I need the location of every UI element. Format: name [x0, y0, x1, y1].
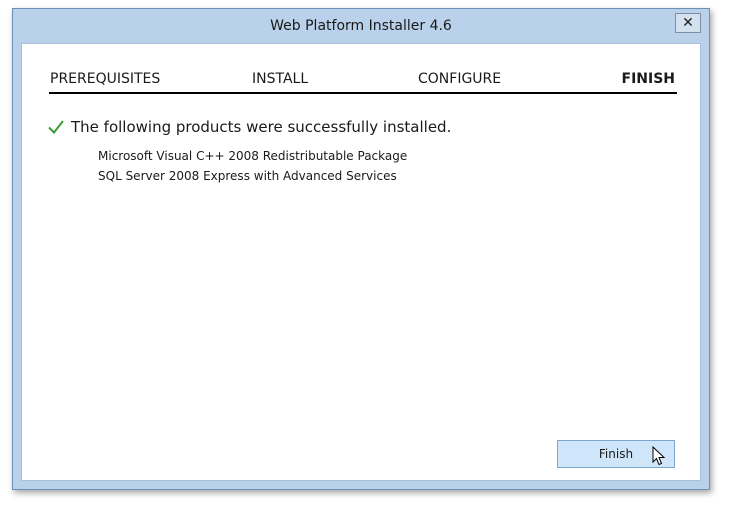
step-finish: FINISH	[621, 71, 676, 87]
close-icon: ✕	[682, 15, 694, 31]
title-bar[interactable]: Web Platform Installer 4.6 ✕	[13, 9, 709, 43]
success-text: The following products were successfully…	[71, 118, 452, 136]
installed-products-list: Microsoft Visual C++ 2008 Redistributabl…	[98, 146, 407, 186]
step-indicator: PREREQUISITES INSTALL CONFIGURE FINISH	[49, 64, 677, 94]
content-panel: PREREQUISITES INSTALL CONFIGURE FINISH T…	[21, 43, 701, 481]
step-install: INSTALL	[252, 71, 309, 87]
step-configure: CONFIGURE	[418, 71, 502, 87]
mouse-cursor-icon	[652, 446, 666, 466]
checkmark-icon	[48, 120, 64, 135]
step-prerequisites: PREREQUISITES	[50, 71, 161, 87]
installer-window: Web Platform Installer 4.6 ✕ PREREQUISIT…	[12, 8, 710, 490]
close-button[interactable]: ✕	[675, 13, 701, 33]
desktop: Web Platform Installer 4.6 ✕ PREREQUISIT…	[0, 0, 732, 512]
list-item: Microsoft Visual C++ 2008 Redistributabl…	[98, 149, 408, 163]
success-message: The following products were successfully…	[47, 118, 451, 136]
list-item: SQL Server 2008 Express with Advanced Se…	[98, 169, 397, 183]
window-title: Web Platform Installer 4.6	[270, 18, 452, 34]
